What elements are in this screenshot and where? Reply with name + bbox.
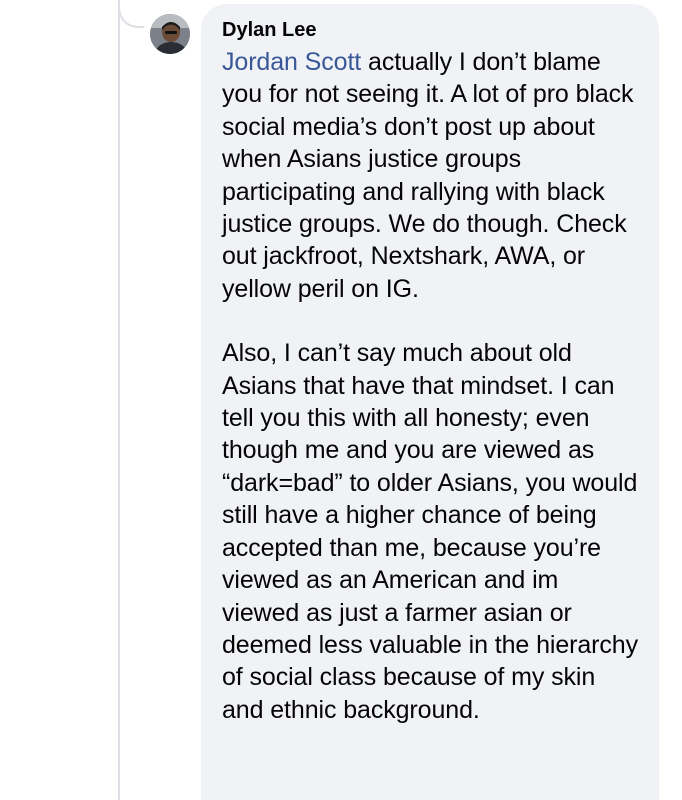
comment-author[interactable]: Dylan Lee [222,18,641,42]
comment-bubble: Dylan Lee Jordan Scott actually I don’t … [201,4,659,800]
mention-link[interactable]: Jordan Scott [222,48,361,76]
user-profile-photo-icon [150,14,190,54]
comment-body: Jordan Scott actually I don’t blame you … [222,46,641,726]
reply-connector [118,0,144,28]
avatar[interactable] [150,14,190,54]
comment-paragraph-1: Jordan Scott actually I don’t blame you … [222,46,641,305]
comment-paragraph-2: Also, I can’t say much about old Asians … [222,339,638,724]
thread-line [118,0,120,800]
comment-thread: Dylan Lee Jordan Scott actually I don’t … [0,0,682,800]
comment-text-1: actually I don’t blame you for not seein… [222,48,634,303]
